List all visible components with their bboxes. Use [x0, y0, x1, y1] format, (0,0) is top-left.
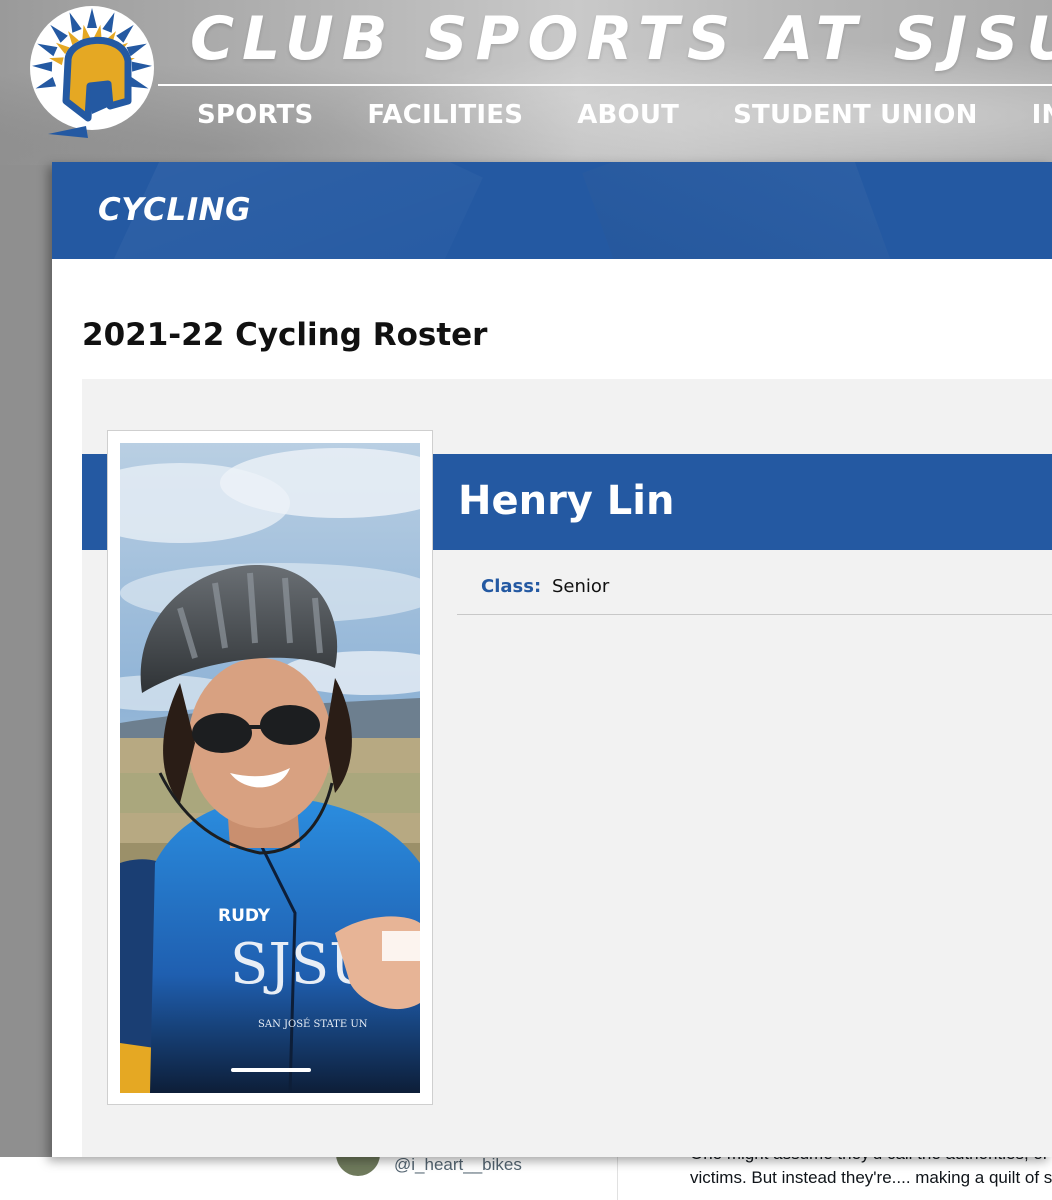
jersey-caption-text: SAN JOSÉ STATE UN [258, 1018, 368, 1030]
site-header: CLUB SPORTS AT SJSU SPORTS FACILITIES AB… [0, 0, 1052, 165]
athlete-photo-frame: SJSU RUDY SAN JOSÉ STATE UN [107, 430, 433, 1105]
sport-title: CYCLING [98, 192, 252, 228]
athlete-photo-image: SJSU RUDY SAN JOSÉ STATE UN [120, 443, 420, 1093]
title-divider [158, 84, 1052, 86]
tweet-handle[interactable]: @i_heart__bikes [394, 1155, 522, 1175]
home-indicator [231, 1068, 311, 1072]
spartan-helmet-icon[interactable] [28, 6, 163, 141]
jersey-sponsor-text: RUDY [218, 906, 271, 926]
nav-item-student-union[interactable]: STUDENT UNION [733, 100, 977, 130]
athlete-photo[interactable]: SJSU RUDY SAN JOSÉ STATE UN [120, 443, 420, 1093]
main-nav: SPORTS FACILITIES ABOUT STUDENT UNION IN… [197, 100, 1052, 130]
class-label: Class: [481, 576, 542, 597]
site-title[interactable]: CLUB SPORTS AT SJSU [190, 4, 1052, 74]
roster-page-card: CYCLING 2021-22 Cycling Roster Henry Lin [52, 162, 1052, 1157]
athlete-info-row: Class: Senior [457, 561, 1052, 615]
class-value: Senior [552, 576, 610, 597]
nav-item-inside[interactable]: INSID [1032, 100, 1052, 130]
tweet-text-line-2: victims. But instead they're.... making … [690, 1168, 1052, 1187]
nav-item-about[interactable]: ABOUT [577, 100, 679, 130]
sport-banner: CYCLING [52, 162, 1052, 259]
nav-item-facilities[interactable]: FACILITIES [367, 100, 523, 130]
tweet-divider [617, 1157, 618, 1200]
athlete-name: Henry Lin [458, 478, 675, 524]
athlete-card: Henry Lin SJSU RUDY SAN JOSÉ STATE UN Cl… [82, 379, 1052, 1157]
roster-title: 2021-22 Cycling Roster [82, 317, 488, 353]
nav-item-sports[interactable]: SPORTS [197, 100, 313, 130]
